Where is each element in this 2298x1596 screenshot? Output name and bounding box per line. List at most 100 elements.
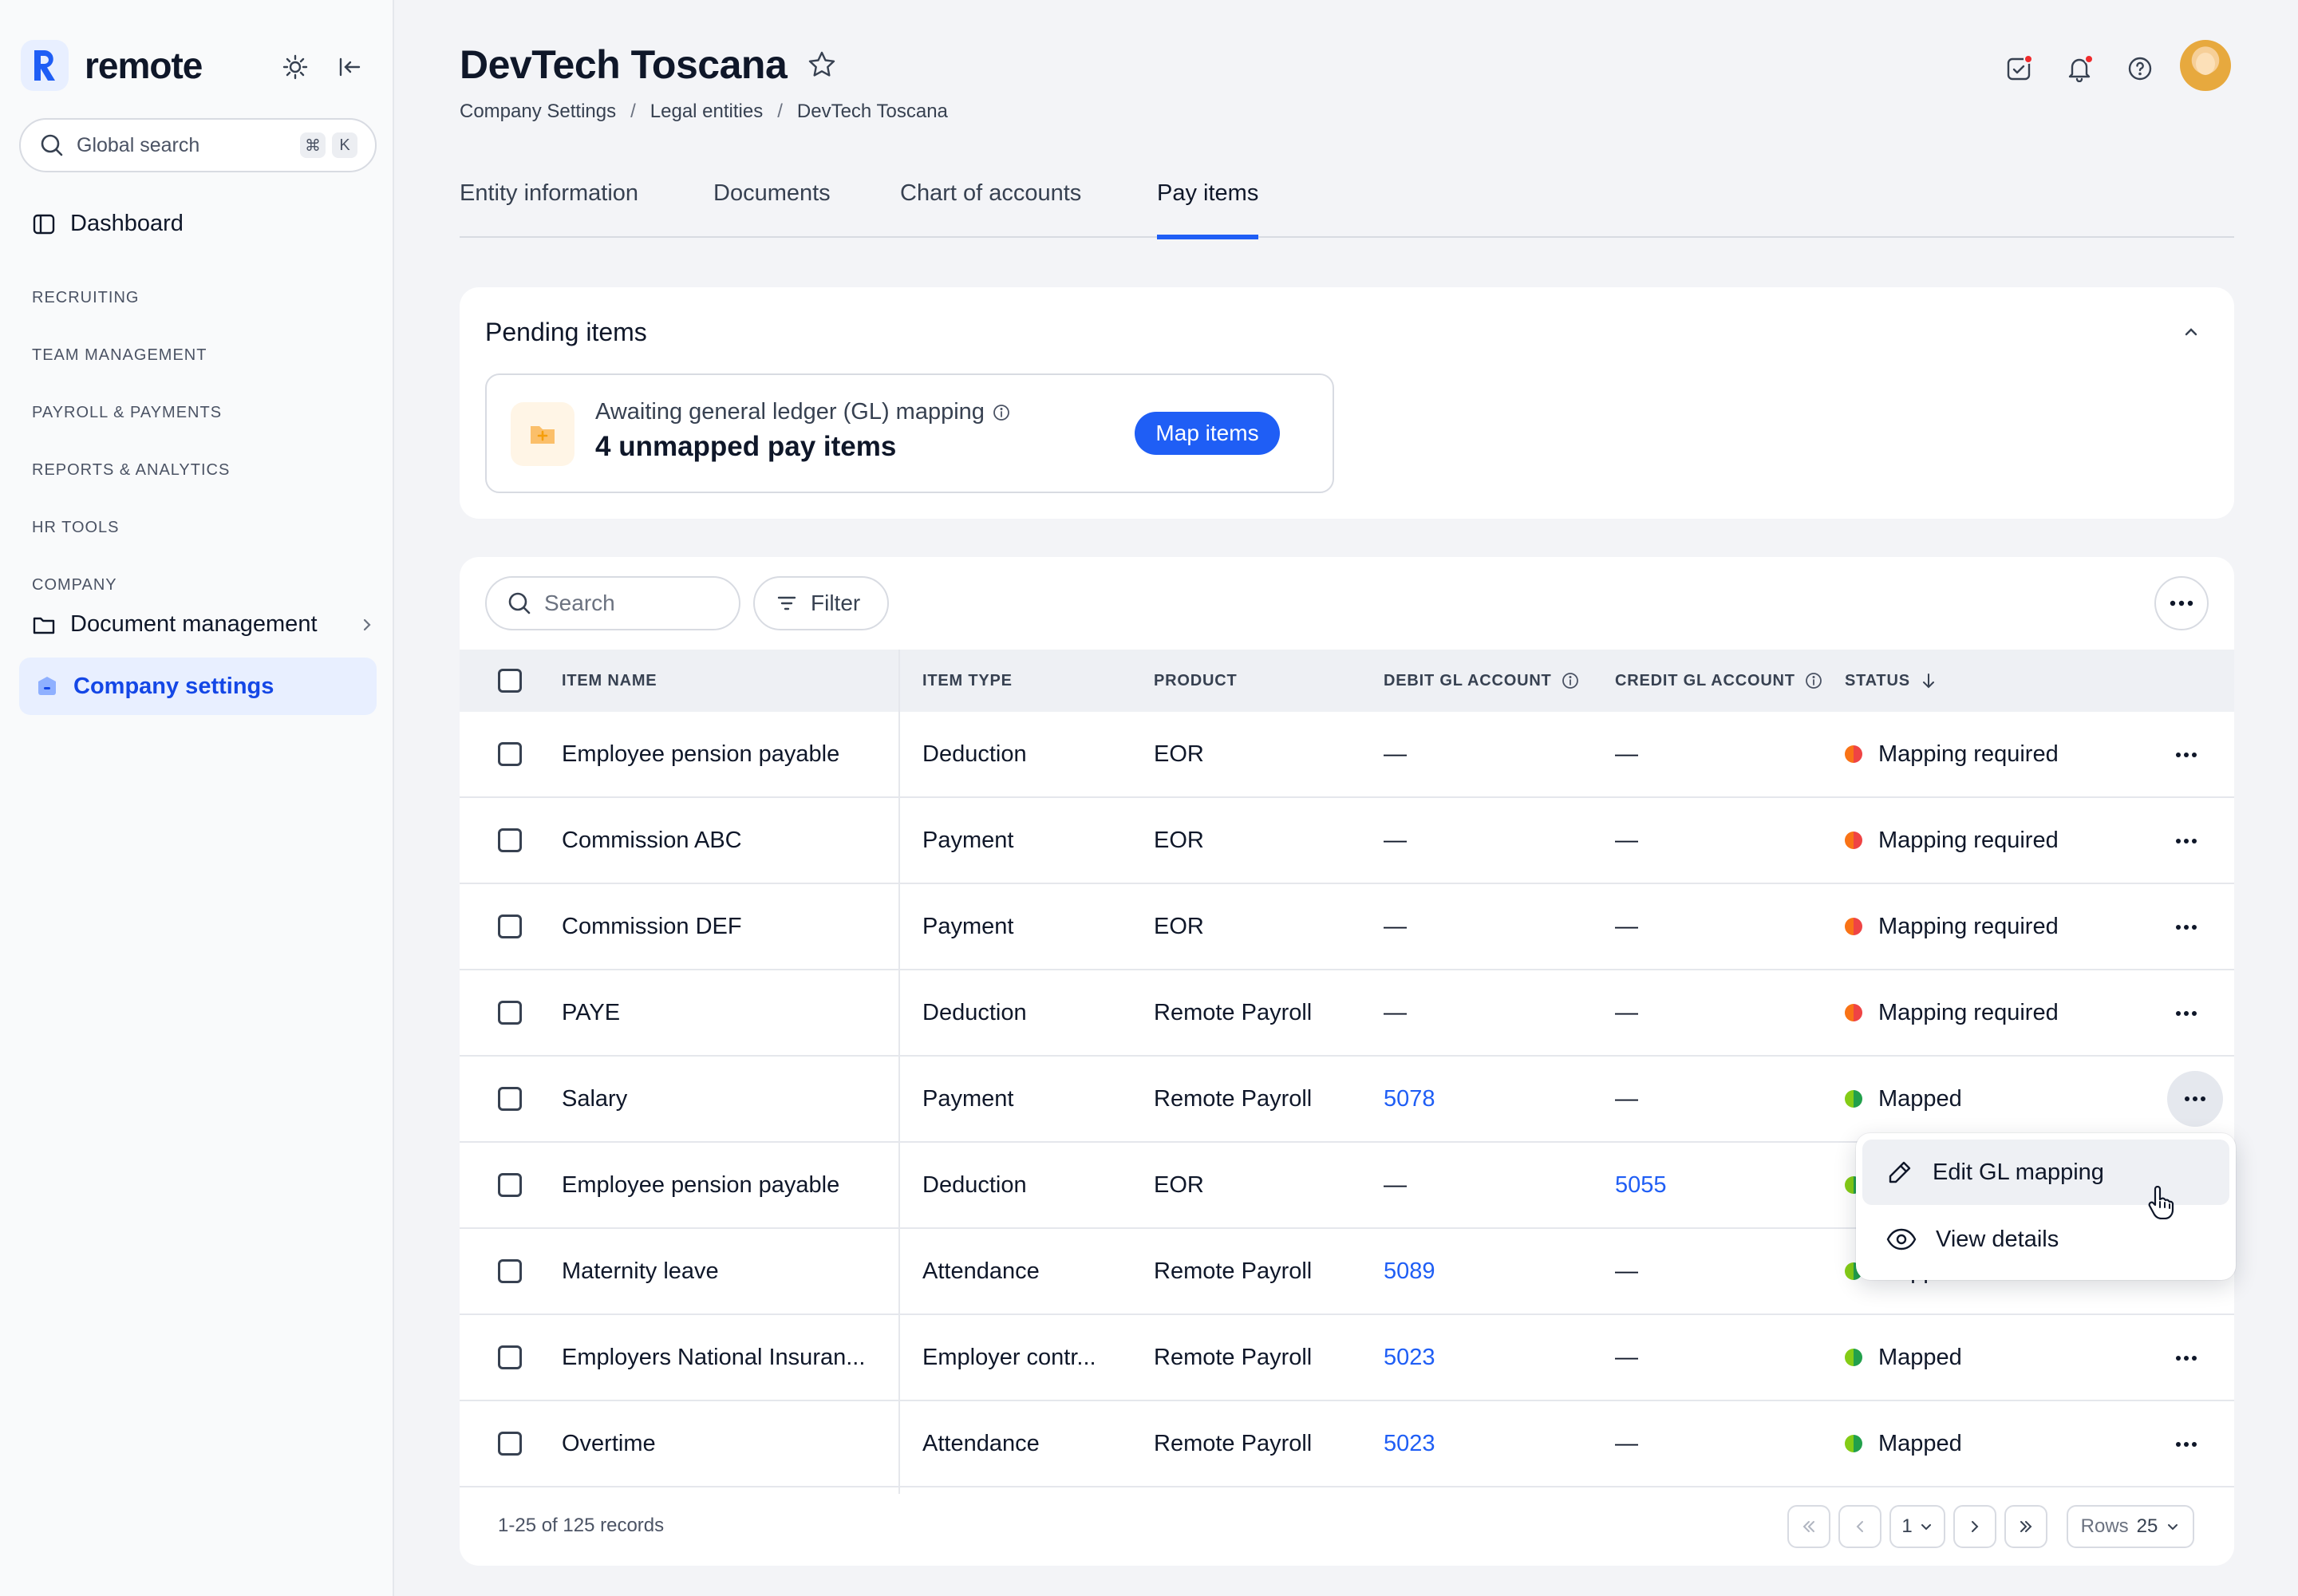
table-row[interactable]: Overtime Attendance Remote Payroll 5023 — Map… bbox=[460, 1401, 2234, 1487]
cell-item-type: Deduction bbox=[922, 1171, 1027, 1198]
sidebar-section-team-management[interactable]: TEAM MANAGEMENT bbox=[32, 346, 207, 365]
favorite-star-icon[interactable] bbox=[807, 50, 836, 79]
select-all-checkbox[interactable] bbox=[498, 650, 522, 712]
cell-product: Remote Payroll bbox=[1154, 1258, 1313, 1284]
row-more-options-icon[interactable] bbox=[2167, 994, 2205, 1033]
sidebar-section-hr-tools[interactable]: HR TOOLS bbox=[32, 519, 120, 537]
filter-button[interactable]: Filter bbox=[753, 576, 889, 630]
last-page-icon[interactable] bbox=[2004, 1505, 2047, 1548]
sidebar-item-company-settings[interactable]: Company settings bbox=[19, 658, 377, 715]
row-checkbox[interactable] bbox=[498, 1143, 522, 1227]
page-title-text: DevTech Toscana bbox=[460, 42, 788, 87]
rows-per-page-select[interactable]: Rows 25 bbox=[2067, 1505, 2194, 1548]
map-items-button[interactable]: Map items bbox=[1135, 412, 1280, 455]
chevron-right-icon bbox=[363, 618, 371, 630]
cell-debit-gl-account: — bbox=[1384, 1171, 1407, 1198]
table-row[interactable]: Employee pension payable Deduction EOR — — Ma… bbox=[460, 712, 2234, 798]
info-icon[interactable] bbox=[1805, 672, 1822, 689]
sidebar-section-payroll-payments[interactable]: PAYROLL & PAYMENTS bbox=[32, 404, 222, 422]
row-more-options-icon[interactable] bbox=[2167, 822, 2205, 860]
tab-pay-items[interactable]: Pay items bbox=[1157, 180, 1259, 239]
info-icon[interactable] bbox=[1562, 672, 1579, 689]
cell-debit-gl-account[interactable]: 5078 bbox=[1384, 1057, 1435, 1141]
row-checkbox[interactable] bbox=[498, 1315, 522, 1400]
global-search-placeholder: Global search bbox=[77, 133, 200, 156]
global-search-input[interactable]: Global search ⌘ K bbox=[19, 118, 377, 172]
cell-product: EOR bbox=[1154, 1171, 1204, 1198]
column-product[interactable]: PRODUCT bbox=[1154, 650, 1238, 712]
first-page-icon[interactable] bbox=[1787, 1505, 1830, 1548]
row-more-options-icon[interactable] bbox=[2167, 908, 2205, 946]
sidebar-item-dashboard[interactable]: Dashboard bbox=[32, 211, 184, 237]
breadcrumb-company-settings[interactable]: Company Settings bbox=[460, 101, 616, 123]
cell-debit-gl-account[interactable]: 5023 bbox=[1384, 1315, 1435, 1400]
sidebar-section-recruiting[interactable]: RECRUITING bbox=[32, 289, 139, 307]
column-credit-gl-account[interactable]: CREDIT GL ACCOUNT bbox=[1615, 650, 1822, 712]
logo[interactable]: remote bbox=[21, 40, 203, 91]
table-row[interactable]: Salary Payment Remote Payroll 5078 — Mapped bbox=[460, 1057, 2234, 1143]
tabs: Entity information Documents Chart of ac… bbox=[460, 177, 2234, 239]
unmapped-items-summary: Awaiting general ledger (GL) mapping 4 u… bbox=[485, 373, 1334, 493]
row-checkbox[interactable] bbox=[498, 1229, 522, 1314]
cell-debit-gl-account[interactable]: 5023 bbox=[1384, 1401, 1435, 1486]
cell-item-name: Employee pension payable bbox=[562, 741, 840, 767]
row-more-options-icon[interactable] bbox=[2167, 1425, 2205, 1464]
info-icon[interactable] bbox=[993, 404, 1010, 421]
column-item-name[interactable]: ITEM NAME bbox=[562, 650, 657, 712]
collapse-sidebar-icon[interactable] bbox=[332, 49, 367, 85]
column-debit-gl-account[interactable]: DEBIT GL ACCOUNT bbox=[1384, 650, 1579, 712]
help-icon[interactable] bbox=[2122, 51, 2158, 86]
breadcrumb-separator: / bbox=[777, 101, 783, 122]
previous-page-icon[interactable] bbox=[1838, 1505, 1881, 1548]
notifications-bell-icon[interactable] bbox=[2062, 51, 2097, 86]
next-page-icon[interactable] bbox=[1953, 1505, 1996, 1548]
row-more-options-icon[interactable] bbox=[2167, 1071, 2223, 1127]
theme-toggle-sun-icon[interactable] bbox=[278, 49, 313, 85]
table-row[interactable]: Commission DEF Payment EOR — — Mapping requir… bbox=[460, 884, 2234, 970]
row-checkbox[interactable] bbox=[498, 884, 522, 969]
cell-debit-gl-account[interactable]: 5089 bbox=[1384, 1229, 1435, 1314]
tab-chart-of-accounts[interactable]: Chart of accounts bbox=[900, 180, 1081, 238]
pending-items-title: Pending items bbox=[485, 318, 647, 346]
user-avatar[interactable] bbox=[2180, 40, 2231, 91]
row-checkbox[interactable] bbox=[498, 798, 522, 883]
sidebar-section-reports-analytics[interactable]: REPORTS & ANALYTICS bbox=[32, 461, 230, 480]
table-more-options-icon[interactable] bbox=[2154, 576, 2209, 630]
row-checkbox[interactable] bbox=[498, 970, 522, 1055]
dashboard-icon bbox=[33, 214, 55, 234]
page-select[interactable]: 1 bbox=[1889, 1505, 1945, 1548]
cell-item-type: Attendance bbox=[922, 1430, 1040, 1456]
status-label: Mapped bbox=[1878, 1085, 1962, 1112]
cell-status: Mapped bbox=[1845, 1057, 1962, 1141]
collapse-chevron-up-icon[interactable] bbox=[2180, 321, 2202, 343]
row-checkbox[interactable] bbox=[498, 1401, 522, 1486]
cell-product: EOR bbox=[1154, 741, 1204, 767]
sidebar-item-document-management[interactable]: Document management bbox=[32, 611, 375, 638]
cell-product: Remote Payroll bbox=[1154, 1430, 1313, 1456]
status-label: Mapping required bbox=[1878, 999, 2059, 1025]
table-search-input[interactable]: Search bbox=[485, 576, 740, 630]
row-checkbox[interactable] bbox=[498, 712, 522, 796]
row-more-options-icon[interactable] bbox=[2167, 736, 2205, 774]
pay-items-table-card: Search Filter ITEM NAME ITEM TYPE PRODUC… bbox=[460, 557, 2234, 1566]
tab-documents[interactable]: Documents bbox=[713, 180, 831, 238]
gl-mapping-label-text: Awaiting general ledger (GL) mapping bbox=[595, 399, 985, 425]
column-item-type[interactable]: ITEM TYPE bbox=[922, 650, 1013, 712]
table-row[interactable]: PAYE Deduction Remote Payroll — — Mapping req… bbox=[460, 970, 2234, 1057]
table-row[interactable]: Employers National Insuran... Employer co… bbox=[460, 1315, 2234, 1401]
gl-mapping-label: Awaiting general ledger (GL) mapping bbox=[595, 399, 1010, 425]
cell-status: Mapped bbox=[1845, 1315, 1962, 1400]
sort-arrow-down-icon[interactable] bbox=[1920, 672, 1937, 689]
filter-label: Filter bbox=[811, 591, 861, 615]
cell-debit-gl-account: — bbox=[1384, 913, 1407, 939]
cell-credit-gl-account[interactable]: 5055 bbox=[1615, 1143, 1667, 1227]
row-more-options-icon[interactable] bbox=[2167, 1339, 2205, 1377]
column-status[interactable]: STATUS bbox=[1845, 650, 1937, 712]
status-dot-icon bbox=[1845, 1435, 1862, 1452]
tasks-icon[interactable] bbox=[2001, 51, 2036, 86]
table-row[interactable]: Commission ABC Payment EOR — — Mapping requir… bbox=[460, 798, 2234, 884]
breadcrumb-legal-entities[interactable]: Legal entities bbox=[650, 101, 763, 123]
row-checkbox[interactable] bbox=[498, 1057, 522, 1141]
tab-entity-information[interactable]: Entity information bbox=[460, 180, 638, 238]
column-label: STATUS bbox=[1845, 671, 1910, 689]
